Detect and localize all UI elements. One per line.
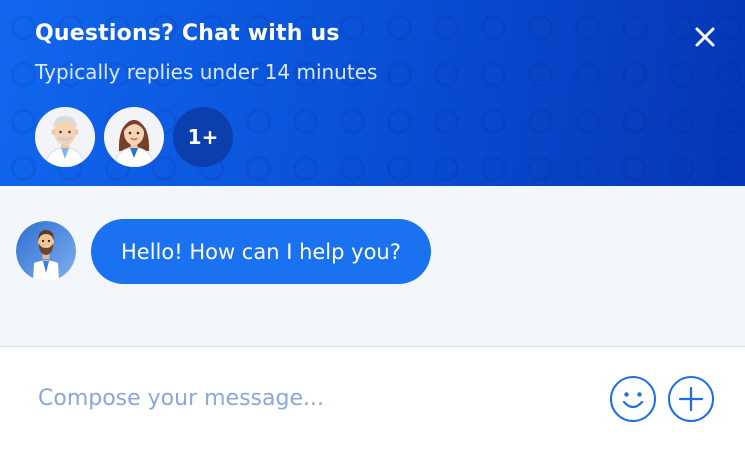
doctor-female-avatar-icon (104, 107, 164, 167)
add-attachment-button[interactable] (667, 375, 715, 423)
doctor-male-avatar-icon (35, 107, 95, 167)
bearded-doctor-avatar-icon (16, 221, 76, 281)
plus-circle-icon (668, 376, 714, 422)
close-button[interactable] (690, 22, 720, 52)
emoji-button[interactable] (609, 375, 657, 423)
message-composer (0, 346, 745, 450)
chat-header: Questions? Chat with us Typically replie… (0, 0, 745, 186)
agent-avatar-1 (35, 107, 95, 167)
conversation-area: Hello! How can I help you? (0, 186, 745, 346)
header-subtitle: Typically replies under 14 minutes (35, 60, 378, 84)
close-icon (695, 27, 715, 47)
agent-avatar-2 (104, 107, 164, 167)
smiley-icon (610, 376, 656, 422)
more-agents-badge: 1+ (173, 107, 233, 167)
message-bubble: Hello! How can I help you? (91, 219, 431, 284)
message-input[interactable] (38, 377, 578, 419)
header-title: Questions? Chat with us (35, 21, 340, 46)
message-sender-avatar (16, 221, 76, 281)
